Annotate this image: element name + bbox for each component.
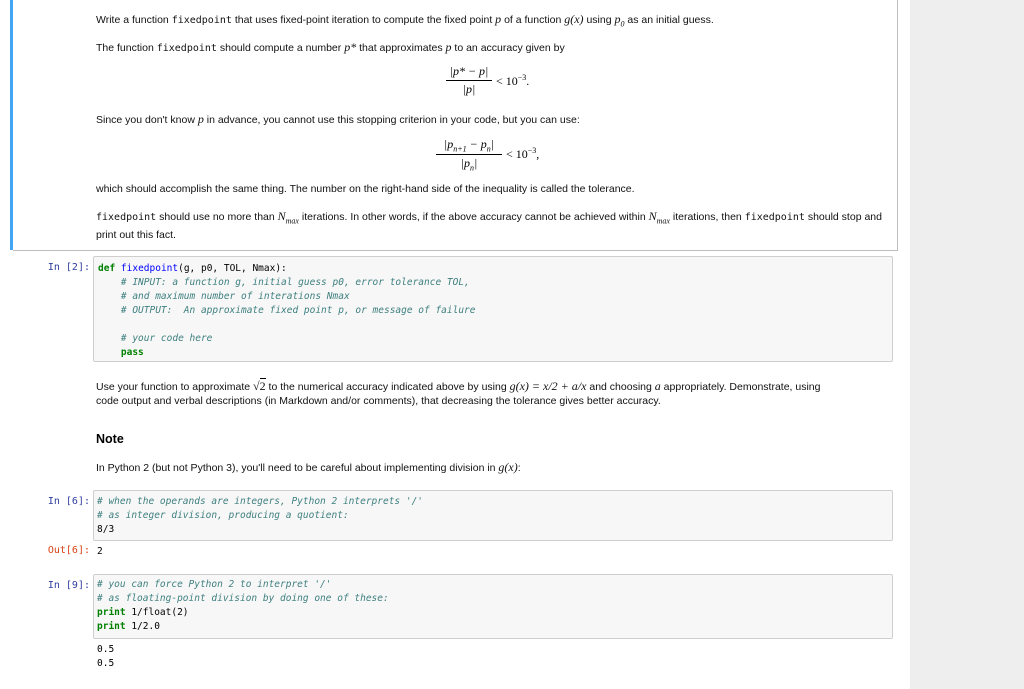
md-paragraph-5: fixedpoint should use no more than Nmax … [96, 209, 882, 242]
code-cell-9[interactable]: # you can force Python 2 to interpret '/… [93, 574, 893, 639]
md-paragraph-2: The function fixedpoint should compute a… [96, 40, 565, 54]
out-6-prompt: Out[6]: [47, 545, 90, 556]
md-paragraph-3: Since you don't know p in advance, you c… [96, 112, 580, 126]
note-heading: Note [96, 432, 124, 446]
out-9-value: 0.5 0.5 [97, 644, 115, 669]
cell-9-prompt: In [9]: [47, 580, 90, 591]
code-cell-6-source: # when the operands are integers, Python… [97, 496, 424, 535]
cell-6-prompt: In [6]: [47, 496, 90, 507]
code-cell-6[interactable]: # when the operands are integers, Python… [93, 490, 893, 541]
code-cell-9-source: # you can force Python 2 to interpret '/… [97, 579, 389, 632]
md-paragraph-4: which should accomplish the same thing. … [96, 183, 635, 195]
note-text: In Python 2 (but not Python 3), you'll n… [96, 460, 521, 474]
out-6-value: 2 [97, 546, 103, 557]
md-paragraph-1: Write a function fixedpoint that uses fi… [96, 12, 714, 29]
code-cell-2[interactable]: def fixedpoint(g, p0, TOL, Nmax): # INPU… [93, 256, 893, 362]
code-cell-2-source: def fixedpoint(g, p0, TOL, Nmax): # INPU… [98, 263, 476, 358]
notebook-area: Write a function fixedpoint that uses fi… [0, 0, 910, 689]
md-exercise: Use your function to approximate √2 to t… [96, 378, 821, 407]
cell-2-prompt: In [2]: [47, 262, 90, 273]
